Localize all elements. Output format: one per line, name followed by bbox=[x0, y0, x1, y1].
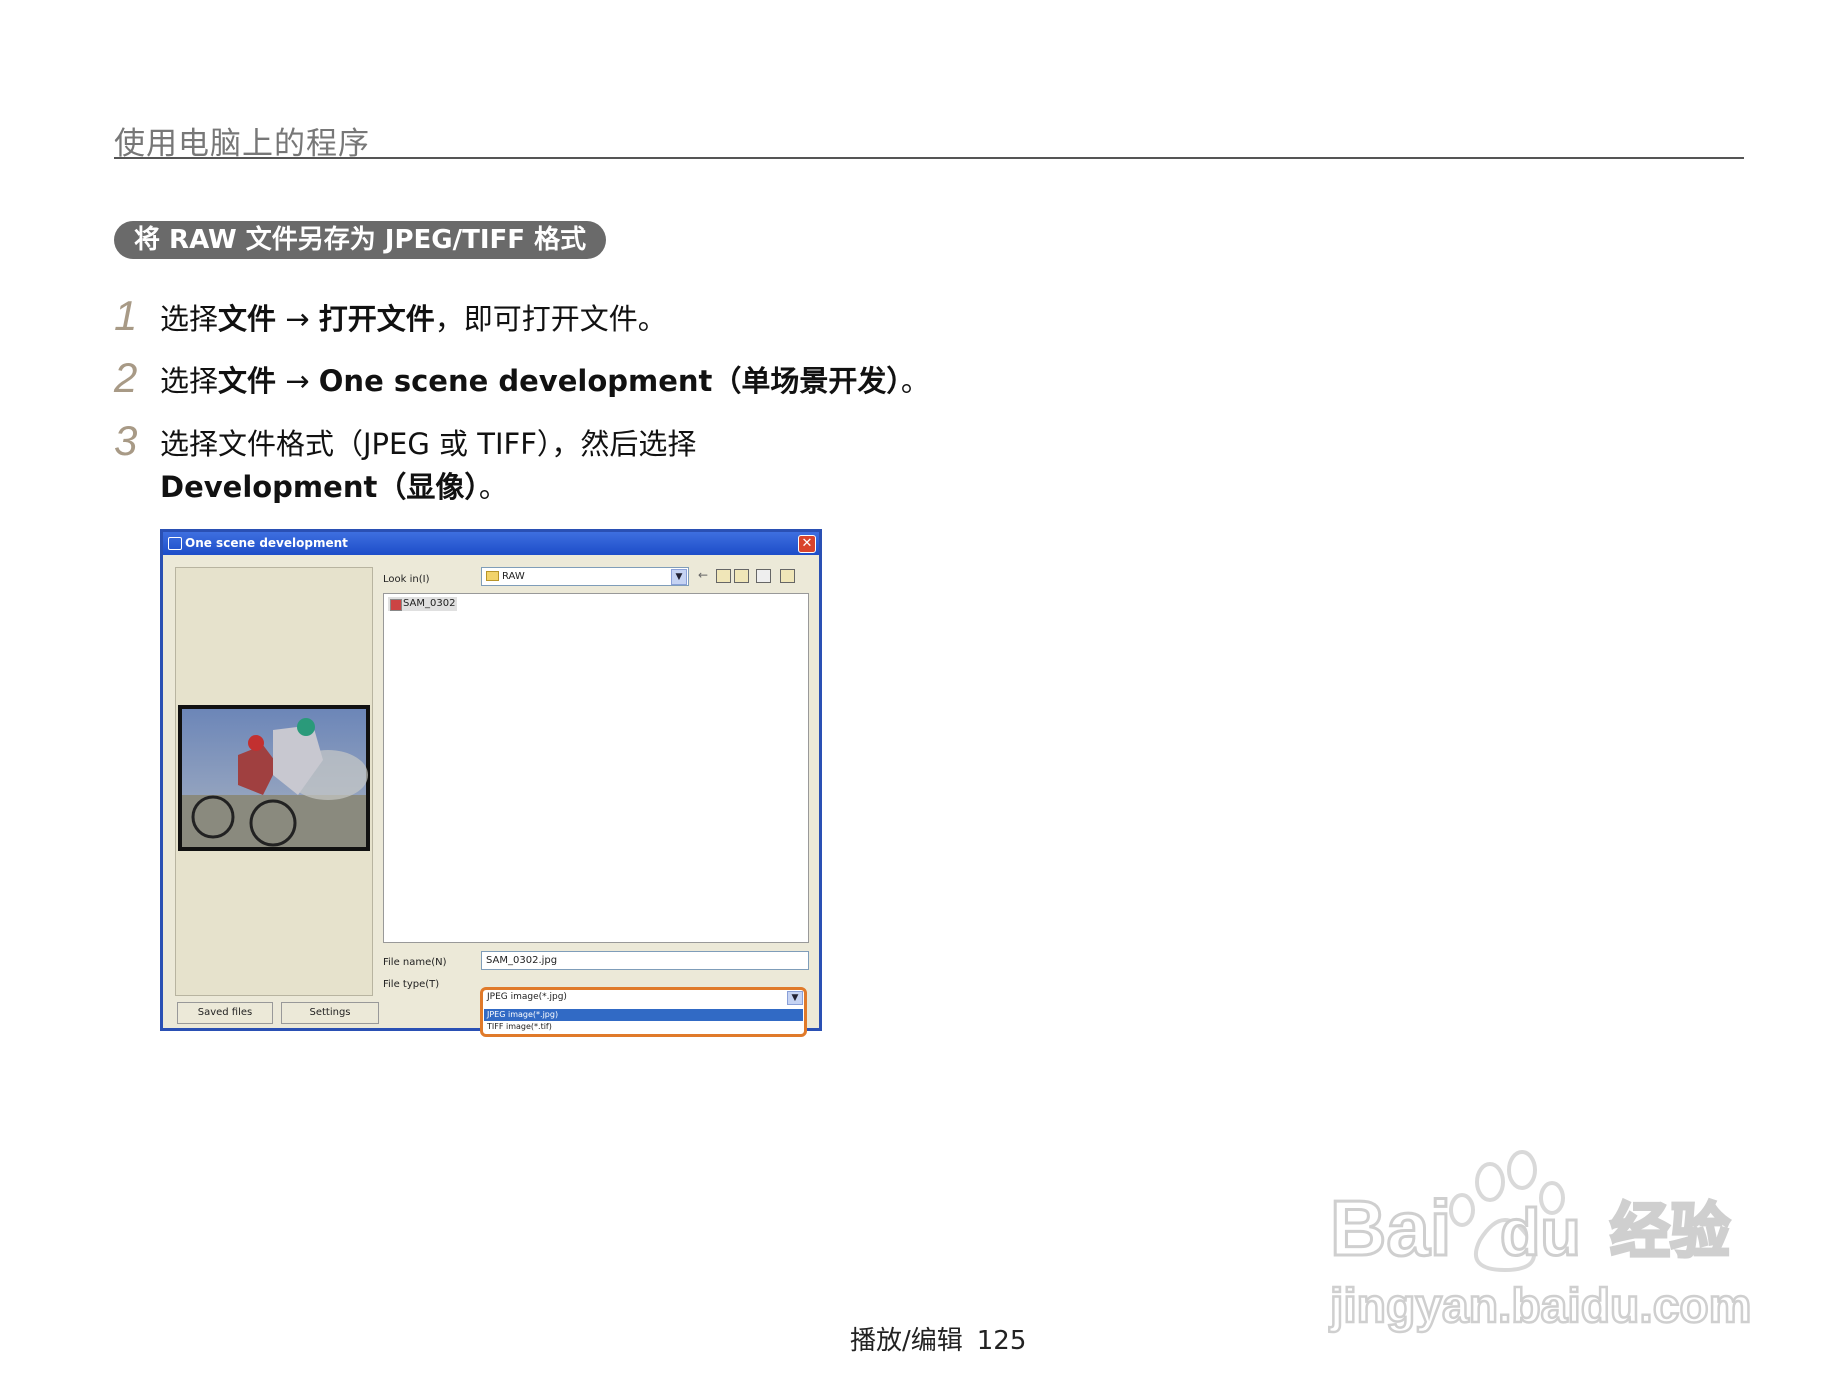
back-arrow-icon[interactable]: ← bbox=[698, 569, 711, 581]
chevron-down-icon[interactable]: ▼ bbox=[671, 569, 687, 585]
one-scene-development-dialog: One scene development ✕ Saved files Sett… bbox=[160, 529, 822, 1037]
folder-icon[interactable] bbox=[780, 569, 795, 583]
step-text-part: 选择 bbox=[160, 364, 219, 398]
new-folder-icon[interactable] bbox=[734, 569, 749, 583]
look-in-dropdown[interactable]: RAW ▼ bbox=[481, 567, 689, 586]
step-text-part: ，即可打开文件。 bbox=[434, 302, 667, 336]
svg-text:du: du bbox=[1500, 1195, 1581, 1269]
tab-settings[interactable]: Settings bbox=[281, 1002, 379, 1024]
baidu-watermark-logo: Bai du 经验 jingyan.baidu.com bbox=[1320, 1130, 1760, 1340]
step-text-bold: 文件 bbox=[218, 364, 277, 398]
step-text-line: Development（显像）。 bbox=[160, 466, 696, 509]
svg-text:jingyan.baidu.com: jingyan.baidu.com bbox=[1329, 1280, 1751, 1333]
file-name-label: File name(N) bbox=[383, 957, 447, 968]
file-type-option[interactable]: JPEG image(*.jpg) bbox=[484, 1009, 803, 1021]
up-folder-icon[interactable] bbox=[716, 569, 731, 583]
step-text: 选择文件格式（JPEG 或 TIFF），然后选择 Development（显像）… bbox=[160, 423, 696, 509]
step-text-part: 。 bbox=[900, 364, 930, 398]
section-title-pill: 将 RAW 文件另存为 JPEG/TIFF 格式 bbox=[114, 221, 607, 259]
svg-text:经验: 经验 bbox=[1610, 1197, 1730, 1267]
preview-image bbox=[178, 705, 370, 851]
file-type-dropdown[interactable]: JPEG image(*.jpg) ▼ JPEG image(*.jpg) TI… bbox=[480, 987, 807, 1037]
step-text-bold: 文件 bbox=[218, 302, 277, 336]
file-type-selected[interactable]: JPEG image(*.jpg) bbox=[484, 991, 803, 1003]
look-in-label: Look in(I) bbox=[383, 574, 430, 585]
file-name-input[interactable]: SAM_0302.jpg bbox=[481, 951, 809, 970]
arrow-glyph: → bbox=[276, 364, 319, 398]
look-in-value: RAW bbox=[502, 571, 525, 582]
step-text-line: 选择文件格式（JPEG 或 TIFF），然后选择 bbox=[160, 427, 697, 461]
step-text-part: 选择 bbox=[160, 302, 219, 336]
folder-icon bbox=[486, 571, 499, 581]
list-item[interactable]: SAM_0302 bbox=[388, 597, 458, 611]
header-rule bbox=[114, 157, 1744, 159]
dialog-title: One scene development bbox=[185, 536, 348, 550]
page-footer: 播放/编辑 125 bbox=[850, 1320, 1026, 1357]
file-type-label: File type(T) bbox=[383, 979, 440, 990]
footer-section: 播放/编辑 bbox=[850, 1326, 963, 1356]
file-item-label: SAM_0302 bbox=[403, 598, 456, 609]
close-icon[interactable]: ✕ bbox=[798, 535, 816, 553]
step-text-part: 。 bbox=[478, 470, 508, 504]
step-number: 3 bbox=[114, 417, 138, 464]
chevron-down-icon[interactable]: ▼ bbox=[787, 991, 803, 1005]
step-text-bold: Development（显像） bbox=[160, 470, 479, 504]
step-text-bold: One scene development（单场景开发） bbox=[318, 364, 901, 398]
step-text: 选择文件 → One scene development（单场景开发）。 bbox=[160, 360, 930, 403]
step-number: 1 bbox=[114, 292, 138, 339]
arrow-glyph: → bbox=[276, 302, 319, 336]
view-menu-icon[interactable] bbox=[756, 569, 771, 583]
image-file-icon bbox=[390, 599, 402, 611]
page-number: 125 bbox=[976, 1326, 1027, 1356]
step-text-bold: 打开文件 bbox=[318, 302, 435, 336]
dialog-titlebar: One scene development ✕ bbox=[163, 532, 819, 555]
step-number: 2 bbox=[114, 354, 138, 401]
tab-saved-files[interactable]: Saved files bbox=[177, 1002, 273, 1024]
svg-text:Bai: Bai bbox=[1330, 1184, 1451, 1272]
file-list[interactable]: SAM_0302 bbox=[383, 593, 809, 943]
step-text: 选择文件 → 打开文件，即可打开文件。 bbox=[160, 298, 667, 341]
preview-panel bbox=[175, 567, 373, 996]
file-type-option[interactable]: TIFF image(*.tif) bbox=[484, 1021, 803, 1033]
camera-icon bbox=[168, 537, 182, 550]
